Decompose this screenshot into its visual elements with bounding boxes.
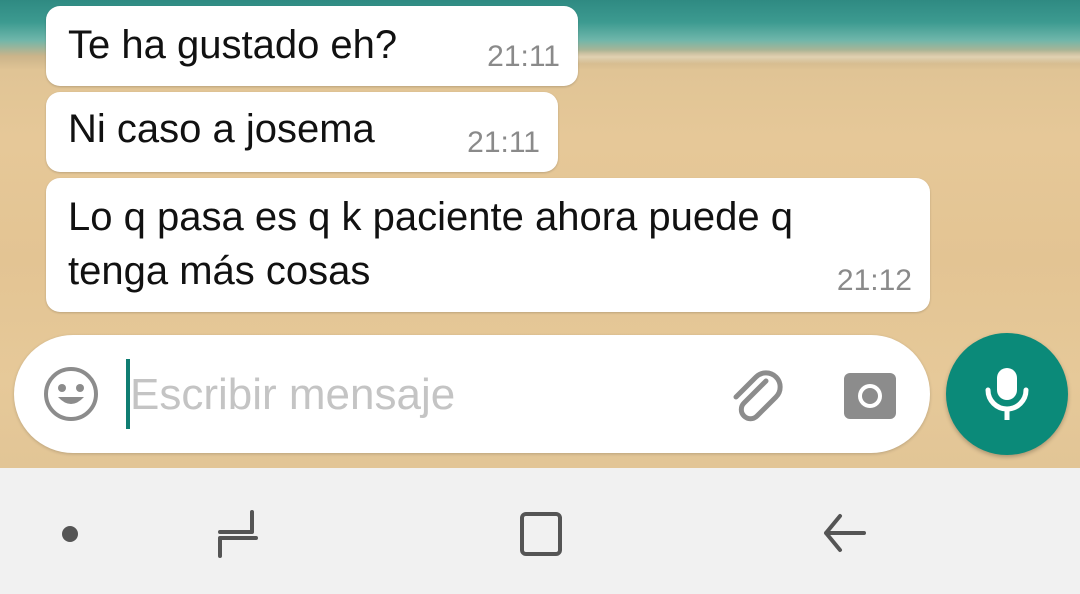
message-input[interactable] xyxy=(128,361,692,429)
message-text: Ni caso a josema xyxy=(68,107,375,151)
wallpaper-wave xyxy=(560,50,1080,64)
system-navigation-bar xyxy=(0,468,1080,594)
message-bubble[interactable]: Lo q pasa es q k paciente ahora puede q … xyxy=(46,178,930,312)
message-time: 21:11 xyxy=(487,40,560,73)
message-time: 21:11 xyxy=(467,126,540,159)
nav-dot-icon[interactable] xyxy=(62,526,78,542)
back-arrow-icon[interactable] xyxy=(818,508,870,558)
message-text: Te ha gustado eh? xyxy=(68,23,398,67)
camera-icon[interactable] xyxy=(842,367,898,423)
microphone-button[interactable] xyxy=(946,333,1068,455)
microphone-icon xyxy=(985,368,1029,420)
message-bubble[interactable]: Te ha gustado eh? 21:11 xyxy=(46,6,578,86)
message-composer xyxy=(14,335,930,453)
message-text: Lo q pasa es q k paciente ahora puede q … xyxy=(68,195,793,293)
home-icon[interactable] xyxy=(516,510,568,560)
message-bubble[interactable]: Ni caso a josema 21:11 xyxy=(46,92,558,172)
smiley-icon[interactable] xyxy=(42,365,100,423)
recent-apps-icon[interactable] xyxy=(212,506,264,562)
message-time: 21:12 xyxy=(836,264,912,297)
paperclip-icon[interactable] xyxy=(726,367,786,427)
